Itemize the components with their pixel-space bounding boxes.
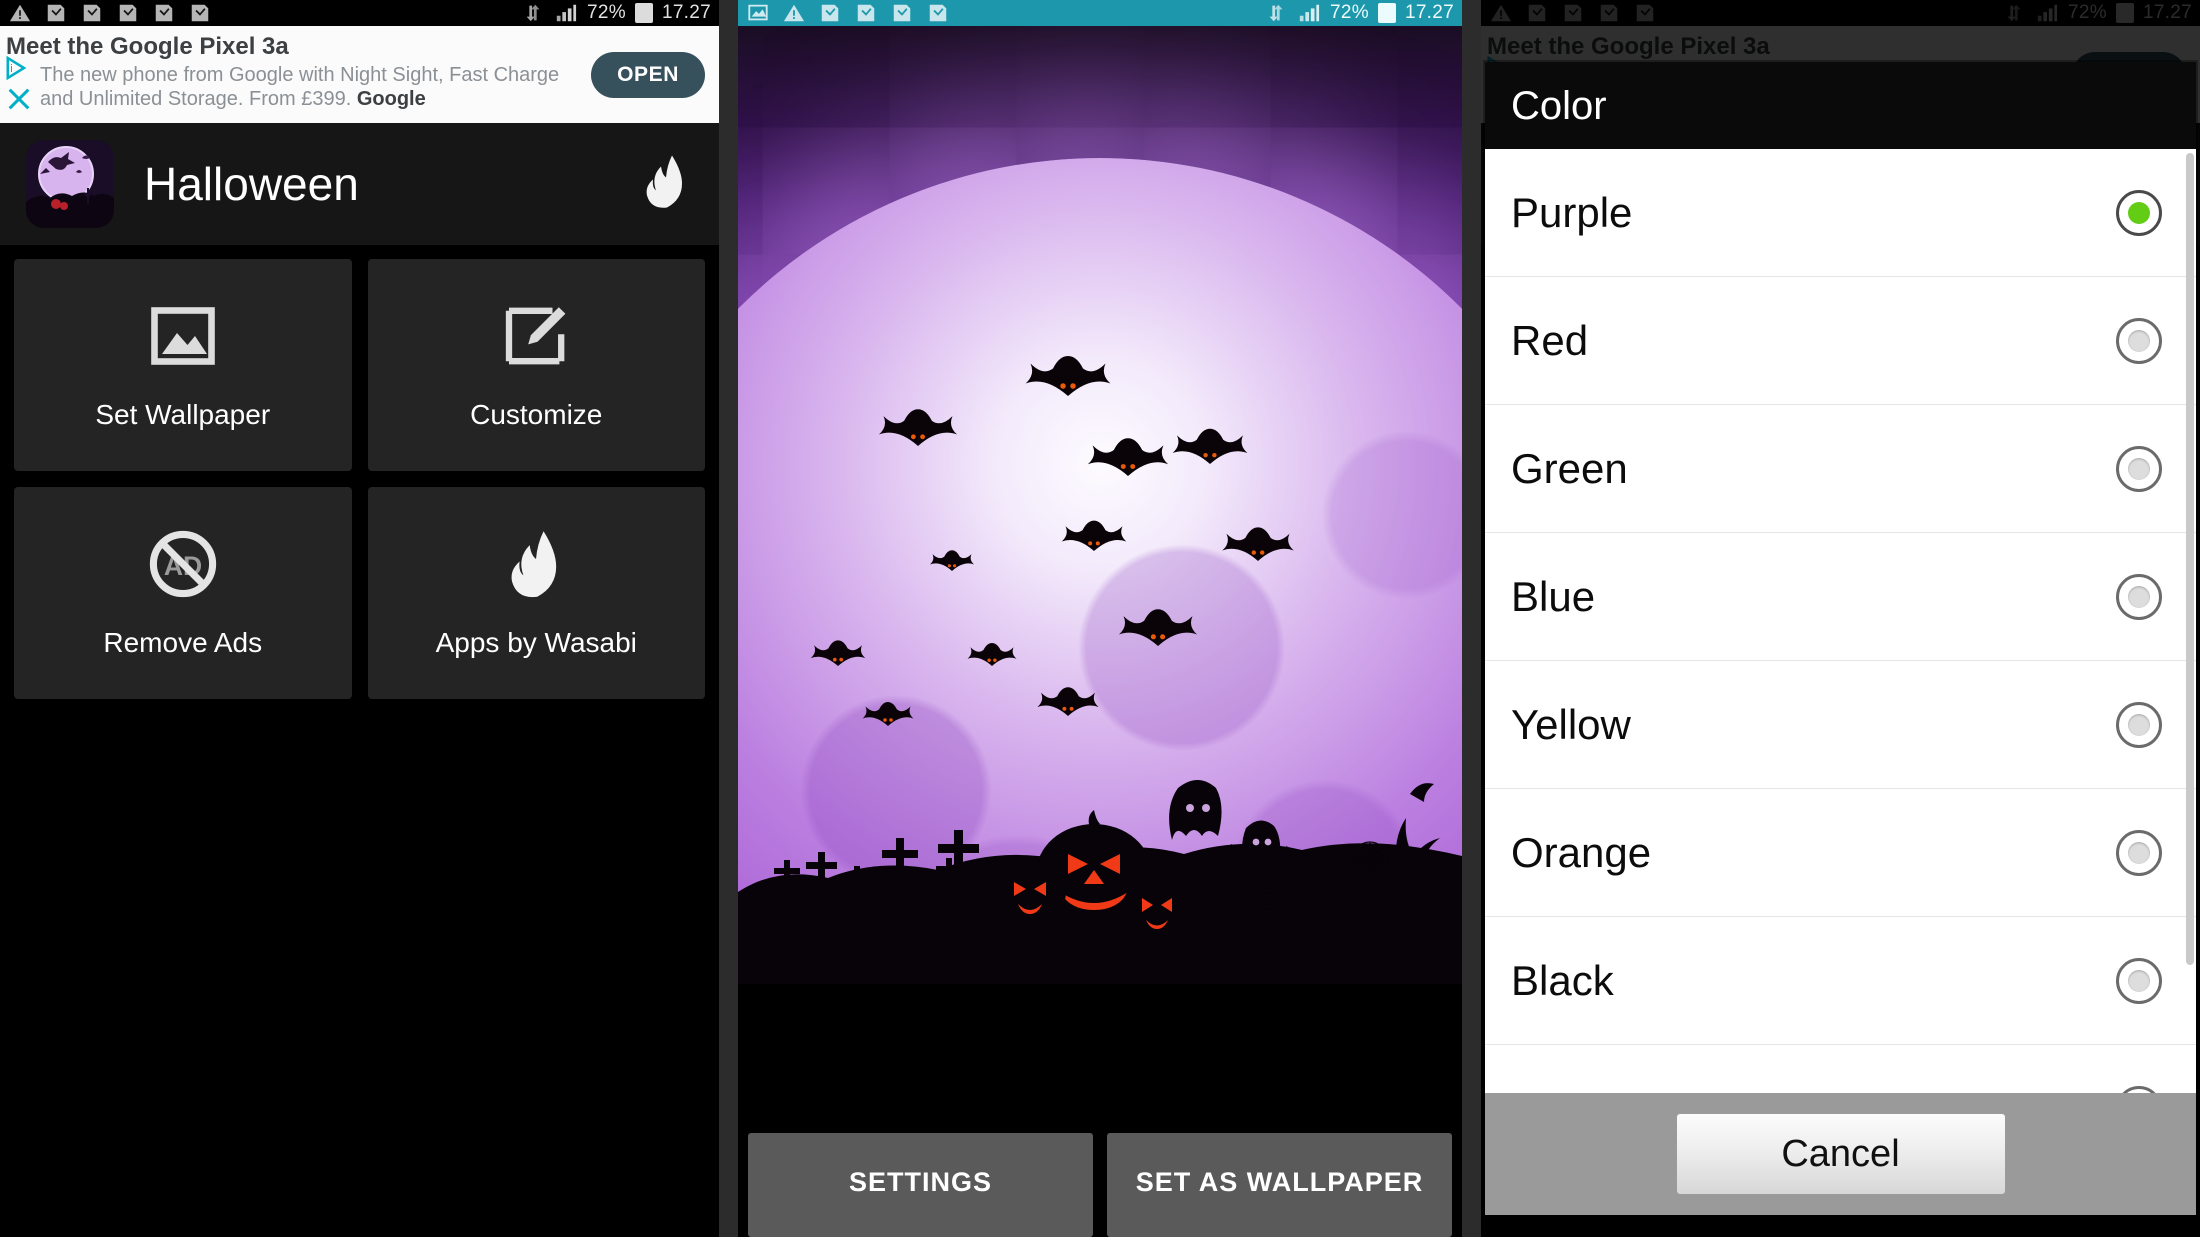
- graveyard-silhouette: [738, 780, 1462, 984]
- svg-text:i: i: [10, 62, 13, 74]
- color-option-blue[interactable]: Blue: [1485, 533, 2196, 661]
- panel-divider: [1462, 0, 1481, 1237]
- clock-label: 17.27: [661, 2, 711, 23]
- data-transfer-icon: [526, 4, 540, 22]
- signal-icon: [556, 4, 577, 22]
- status-bar-notification-icons: [746, 2, 1264, 24]
- radio-button[interactable]: [2116, 573, 2162, 620]
- battery-icon: [1377, 3, 1396, 23]
- radio-button[interactable]: [2116, 829, 2162, 876]
- tile-label: Set Wallpaper: [95, 399, 271, 430]
- tile-label: Customize: [470, 399, 603, 430]
- download-icon: [83, 4, 101, 22]
- battery-percent-label: 72%: [587, 2, 626, 23]
- status-bar-system-icons: 72% 17.27: [1264, 2, 1454, 24]
- ad-title: Meet the Google Pixel 3a: [6, 33, 289, 60]
- color-option-green[interactable]: Green: [1485, 405, 2196, 533]
- set-wallpaper-tile[interactable]: Set Wallpaper: [14, 259, 352, 471]
- color-dialog: Color Purple Red Green Blue Yellow Orang…: [1485, 62, 2196, 1215]
- cancel-button[interactable]: Cancel: [1675, 1113, 2006, 1195]
- option-label: Black: [1511, 956, 1614, 1004]
- battery-percent-label: 72%: [1330, 2, 1369, 23]
- wasabi-flame-icon[interactable]: [643, 154, 689, 215]
- list-scrollbar[interactable]: [2186, 153, 2194, 965]
- color-option-list[interactable]: Purple Red Green Blue Yellow Orange Blac…: [1485, 149, 2196, 1093]
- panel-wallpaper-preview: 72% 17.27 SETTINGS SET AS WALLPAPER: [738, 0, 1462, 1237]
- battery-icon: [634, 3, 653, 23]
- wasabi-flame-icon: [507, 527, 565, 601]
- ad-advertiser: Google: [356, 88, 426, 111]
- color-option-yellow[interactable]: Yellow: [1485, 661, 2196, 789]
- dialog-footer: Cancel: [1485, 1093, 2196, 1215]
- download-icon: [191, 4, 209, 22]
- brush-icon: [500, 299, 572, 373]
- warning-icon: [783, 4, 805, 22]
- download-icon: [155, 4, 173, 22]
- status-bar: 72% 17.27: [0, 0, 719, 26]
- download-icon: [119, 4, 137, 22]
- tile-label: Apps by Wasabi: [435, 627, 637, 658]
- option-label: Red: [1511, 316, 1589, 364]
- screenshot-icon: [748, 4, 768, 21]
- remove-ads-tile[interactable]: AD Remove Ads: [14, 487, 352, 699]
- close-icon[interactable]: [4, 85, 34, 113]
- ad-description-text: and Unlimited Storage. From £399.: [40, 88, 352, 111]
- option-label: Green: [1511, 444, 1628, 492]
- warning-icon: [9, 4, 31, 22]
- ad-description-line2: and Unlimited Storage. From £399. Google: [40, 87, 581, 111]
- download-icon: [47, 4, 65, 22]
- tile-label: Remove Ads: [103, 627, 263, 658]
- radio-button[interactable]: [2116, 1085, 2162, 1093]
- settings-button[interactable]: SETTINGS: [748, 1133, 1093, 1237]
- data-transfer-icon: [1269, 4, 1283, 22]
- color-option-orange[interactable]: Orange: [1485, 789, 2196, 917]
- page-title: Halloween: [144, 158, 359, 210]
- action-tile-grid: Set Wallpaper Customize AD Remove Ads Ap…: [0, 245, 719, 699]
- ad-banner-text: Meet the Google Pixel 3a The new phone f…: [6, 26, 585, 123]
- option-label: Blue: [1511, 572, 1596, 620]
- color-option-partial[interactable]: [1485, 1045, 2196, 1093]
- signal-icon: [1299, 4, 1320, 22]
- radio-button[interactable]: [2116, 189, 2162, 236]
- download-icon: [821, 4, 839, 22]
- radio-button[interactable]: [2116, 957, 2162, 1004]
- radio-button[interactable]: [2116, 317, 2162, 364]
- radio-button[interactable]: [2116, 445, 2162, 492]
- screenshot-triptych: 72% 17.27 i Meet the Google Pixel 3a The…: [0, 0, 2200, 1237]
- panel-app-home: 72% 17.27 i Meet the Google Pixel 3a The…: [0, 0, 719, 1237]
- no-ads-icon: AD: [146, 527, 220, 601]
- panel-color-dialog: 72% 17.27 Meet the Google Pixel 3a The n…: [1481, 0, 2200, 1237]
- clock-label: 17.27: [1404, 2, 1454, 23]
- google-ad-banner[interactable]: i Meet the Google Pixel 3a The new phone…: [0, 26, 719, 123]
- panel-divider: [719, 0, 738, 1237]
- option-label: Orange: [1511, 828, 1652, 876]
- ad-description-line1: The new phone from Google with Night Sig…: [40, 64, 560, 86]
- download-icon: [929, 4, 947, 22]
- apps-by-wasabi-tile[interactable]: Apps by Wasabi: [367, 487, 705, 699]
- color-option-red[interactable]: Red: [1485, 277, 2196, 405]
- download-icon: [857, 4, 875, 22]
- radio-button[interactable]: [2116, 701, 2162, 748]
- option-label: Yellow: [1511, 700, 1631, 748]
- status-bar-system-icons: 72% 17.27: [521, 2, 711, 24]
- halloween-scene: [738, 26, 1462, 984]
- dialog-title: Color: [1485, 62, 2196, 149]
- app-header: Halloween: [0, 123, 719, 245]
- image-icon: [147, 299, 219, 373]
- preview-action-bar: SETTINGS SET AS WALLPAPER: [738, 1125, 1462, 1237]
- status-bar: 72% 17.27: [738, 0, 1462, 26]
- halloween-app-icon: [26, 140, 114, 228]
- color-option-purple[interactable]: Purple: [1485, 149, 2196, 277]
- option-label: Purple: [1511, 188, 1633, 236]
- color-option-black[interactable]: Black: [1485, 917, 2196, 1045]
- ad-open-button[interactable]: OPEN: [591, 51, 705, 98]
- status-bar-notification-icons: [8, 2, 521, 24]
- set-as-wallpaper-button[interactable]: SET AS WALLPAPER: [1107, 1133, 1452, 1237]
- download-icon: [893, 4, 911, 22]
- wallpaper-preview[interactable]: SETTINGS SET AS WALLPAPER: [738, 26, 1462, 1237]
- customize-tile[interactable]: Customize: [367, 259, 705, 471]
